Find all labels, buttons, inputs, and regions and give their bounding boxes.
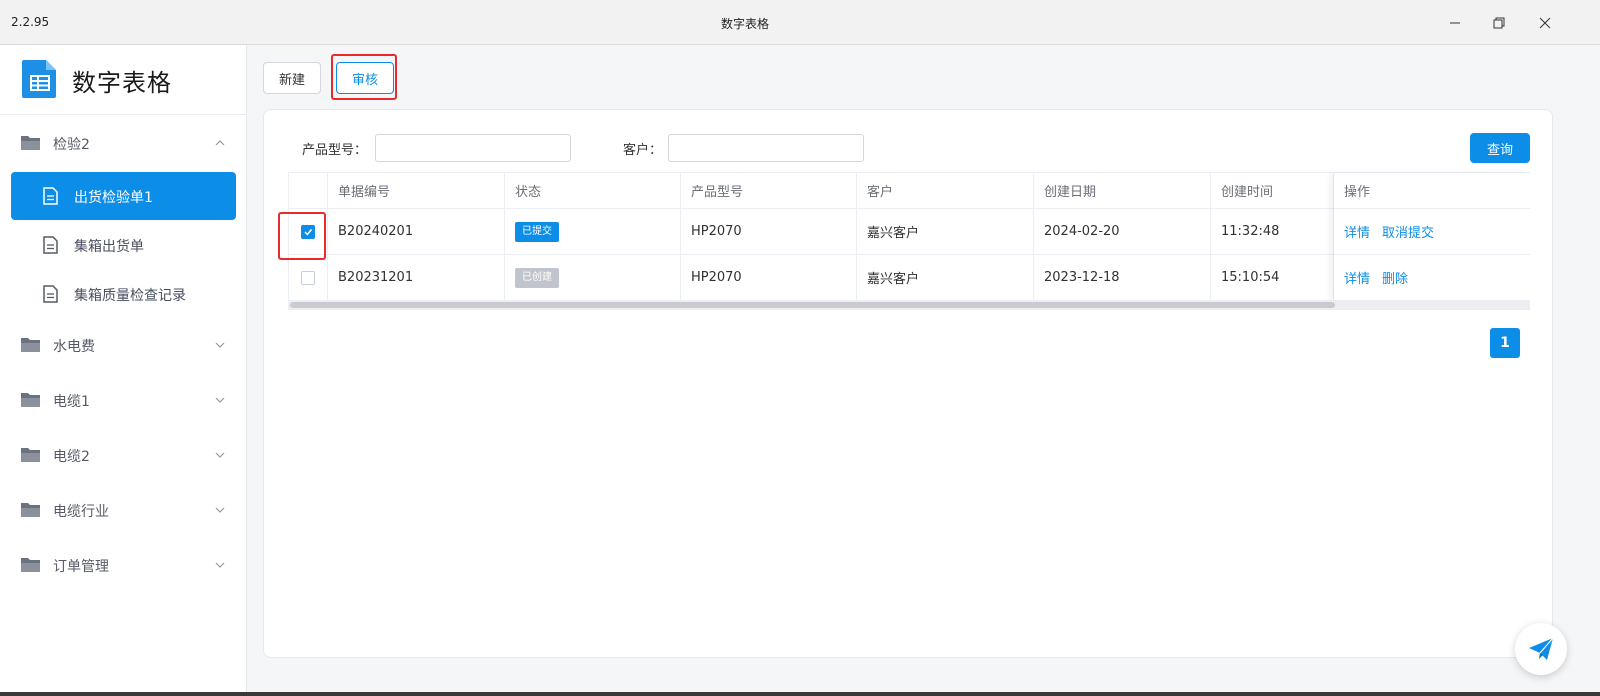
brand: 数字表格 [0, 45, 246, 115]
folder-icon [21, 338, 40, 352]
send-fab-button[interactable] [1515, 623, 1567, 675]
sidebar-item-container-shipment[interactable]: 集箱出货单 [11, 221, 236, 269]
document-icon [43, 285, 58, 303]
sidebar-item-shipment-inspection-1[interactable]: 出货检验单1 [11, 172, 236, 220]
column-header: 创建日期 [1034, 173, 1211, 208]
sidebar-group-label: 电缆2 [53, 449, 90, 465]
status-badge: 已创建 [515, 267, 559, 288]
time-cell: 11:32:48 [1211, 209, 1334, 254]
column-header: 操作 [1334, 173, 1530, 209]
date-cell: 2023-12-18 [1034, 255, 1211, 300]
sidebar-group-label: 电缆1 [53, 394, 90, 410]
window-title: 数字表格 [720, 17, 769, 31]
scrollbar-thumb[interactable] [290, 302, 1335, 308]
folder-icon [21, 136, 40, 150]
data-table: 单据编号 状态 产品型号 客户 创建日期 创建时间 B20240201 已提交 … [288, 172, 1530, 310]
taskbar-strip [0, 692, 1600, 696]
sidebar-group-label: 检验2 [53, 137, 90, 153]
sidebar-item-label: 集箱质量检查记录 [74, 288, 186, 304]
column-header: 单据编号 [328, 173, 505, 208]
customer-input[interactable] [668, 134, 864, 162]
sidebar-group-utilities[interactable]: 水电费 [0, 325, 246, 365]
new-button[interactable]: 新建 [263, 62, 321, 94]
actions-cell: 详情 取消提交 [1334, 209, 1530, 255]
actions-column: 操作 详情 取消提交 详情 删除 [1334, 173, 1530, 301]
sidebar-item-label: 集箱出货单 [74, 239, 144, 255]
customer-cell: 嘉兴客户 [857, 255, 1034, 300]
chevron-down-icon [215, 452, 225, 458]
highlight-box-checkbox [278, 212, 326, 260]
sidebar: 数字表格 检验2 出货检验单1 集箱出货单 集箱质量检查记录 水电费 电缆1 电… [0, 45, 247, 696]
chevron-up-icon [215, 140, 225, 146]
status-cell: 已提交 [505, 209, 681, 254]
chevron-down-icon [215, 507, 225, 513]
details-link[interactable]: 详情 [1344, 268, 1370, 287]
sidebar-item-container-quality-record[interactable]: 集箱质量检查记录 [11, 270, 236, 318]
actions-cell: 详情 删除 [1334, 255, 1530, 301]
pagination-page-1[interactable]: 1 [1490, 328, 1520, 358]
column-header: 客户 [857, 173, 1034, 208]
sidebar-group-label: 水电费 [53, 339, 95, 355]
spreadsheet-logo-icon [22, 60, 56, 98]
chevron-down-icon [215, 562, 225, 568]
sidebar-group-label: 订单管理 [53, 559, 109, 575]
chevron-down-icon [215, 397, 225, 403]
product-model-label: 产品型号： [302, 143, 368, 158]
details-link[interactable]: 详情 [1344, 222, 1370, 241]
sidebar-group-order-management[interactable]: 订单管理 [0, 545, 246, 585]
app-name: 数字表格 [72, 69, 172, 97]
cancel-submit-link[interactable]: 取消提交 [1382, 222, 1434, 241]
sidebar-group-cable1[interactable]: 电缆1 [0, 380, 246, 420]
main-content: 新建 审核 产品型号： 客户： 查询 单据编号 状态 产品型号 客户 创建日期 … [247, 45, 1600, 696]
sidebar-item-label: 出货检验单1 [74, 190, 153, 206]
content-panel: 产品型号： 客户： 查询 单据编号 状态 产品型号 客户 创建日期 创建时间 B… [263, 109, 1553, 658]
close-icon[interactable] [1532, 10, 1558, 36]
minimize-icon[interactable] [1442, 10, 1468, 36]
highlight-box-audit [331, 54, 397, 100]
sidebar-group-cable2[interactable]: 电缆2 [0, 435, 246, 475]
folder-icon [21, 393, 40, 407]
customer-cell: 嘉兴客户 [857, 209, 1034, 254]
product-cell: HP2070 [681, 209, 857, 254]
query-button[interactable]: 查询 [1470, 133, 1530, 163]
column-header: 创建时间 [1211, 173, 1334, 208]
customer-label: 客户： [623, 143, 663, 158]
code-cell: B20240201 [328, 209, 505, 254]
delete-link[interactable]: 删除 [1382, 268, 1408, 287]
sidebar-group-inspection2[interactable]: 检验2 [0, 123, 246, 163]
column-header: 产品型号 [681, 173, 857, 208]
status-cell: 已创建 [505, 255, 681, 300]
row-select-cell [289, 255, 328, 300]
horizontal-scrollbar[interactable] [289, 301, 1529, 309]
document-icon [43, 236, 58, 254]
folder-icon [21, 503, 40, 517]
restore-icon[interactable] [1486, 10, 1512, 36]
document-icon [43, 187, 58, 205]
paper-plane-icon [1529, 637, 1554, 660]
product-model-input[interactable] [375, 134, 571, 162]
row-checkbox[interactable] [301, 270, 315, 285]
folder-icon [21, 558, 40, 572]
sidebar-group-label: 电缆行业 [53, 504, 109, 520]
header-select-cell [289, 173, 328, 208]
folder-icon [21, 448, 40, 462]
status-badge: 已提交 [515, 221, 559, 242]
sidebar-group-cable-industry[interactable]: 电缆行业 [0, 490, 246, 530]
code-cell: B20231201 [328, 255, 505, 300]
title-bar: 2.2.95 数字表格 [0, 0, 1600, 45]
chevron-down-icon [215, 342, 225, 348]
product-cell: HP2070 [681, 255, 857, 300]
time-cell: 15:10:54 [1211, 255, 1334, 300]
column-header: 状态 [505, 173, 681, 208]
date-cell: 2024-02-20 [1034, 209, 1211, 254]
